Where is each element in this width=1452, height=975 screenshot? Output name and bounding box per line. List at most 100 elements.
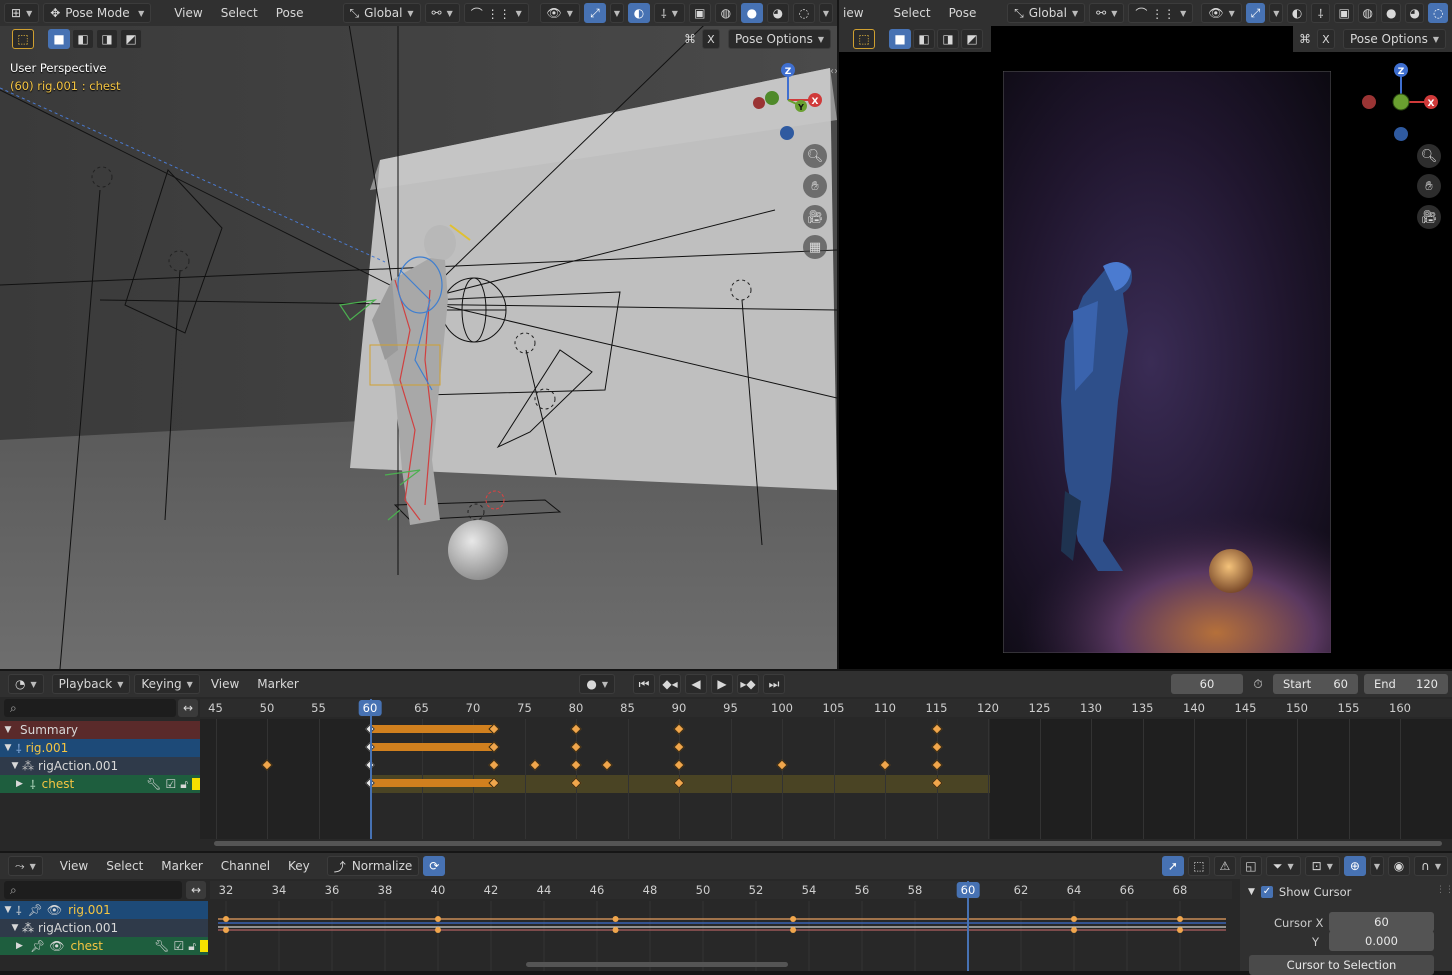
snap-toggle[interactable]: ⌒ ⋮⋮▼ [464, 3, 529, 23]
pin-icon[interactable]: 📌︎ [30, 939, 45, 953]
channel-action[interactable]: ▼⁂rigAction.001 [0, 757, 200, 775]
axis-gizmo-right[interactable]: Z X [1359, 60, 1439, 142]
mirror-icon-right[interactable]: ⌘ [1295, 29, 1315, 49]
channel-chest[interactable]: ▶⸸chest🔧︎☑🔓︎ [0, 775, 200, 793]
graph-menu-key[interactable]: Key [281, 859, 317, 873]
eye-icon[interactable]: 👁 [49, 939, 64, 953]
gizmo-toggle[interactable]: ⤢ [584, 3, 606, 23]
menu-view[interactable]: View [167, 6, 209, 20]
only-errors-icon[interactable]: ⚠ [1214, 856, 1236, 876]
keyframe[interactable] [570, 741, 581, 752]
snap-select[interactable]: ▼ [1370, 856, 1384, 876]
viewport-left[interactable]: ⊞▼ ✥Pose Mode▼ View Select Pose ⤡Global▼… [0, 0, 837, 669]
pivot-select[interactable]: ⚯▼ [425, 3, 460, 23]
stopwatch-icon[interactable]: ⏱ [1247, 674, 1269, 694]
keyframe[interactable] [488, 759, 499, 770]
xray-toggle-right[interactable]: ▣ [1334, 3, 1354, 23]
filter-icon[interactable]: ⏷▼ [1266, 856, 1301, 876]
tool-select-icon[interactable]: ⬚ [12, 29, 34, 49]
snap-icon[interactable]: ⊕ [1344, 856, 1366, 876]
tool-select-icon-right[interactable]: ⬚ [853, 29, 875, 49]
select-mode-extend-icon-right[interactable]: ◧ [913, 29, 935, 49]
graph-keyframe[interactable] [1177, 927, 1183, 933]
play-reverse-icon[interactable]: ◀ [685, 674, 707, 694]
keyframe[interactable] [673, 777, 684, 788]
keyframe[interactable] [673, 759, 684, 770]
graph-channel-rig[interactable]: ▼⸸📌︎👁rig.001 [0, 901, 208, 919]
bone-overlay-select[interactable]: ⸸▼ [654, 3, 685, 23]
keyframe[interactable] [931, 741, 942, 752]
lock-icon[interactable]: 🔓︎ [188, 939, 196, 954]
keyframe[interactable] [931, 723, 942, 734]
keyframe[interactable] [673, 741, 684, 752]
camera-view-icon-right[interactable]: 🎥︎ [1417, 205, 1441, 229]
x-mirror-button[interactable]: X [702, 29, 720, 49]
axis-gizmo[interactable]: Z X Y [748, 60, 828, 142]
graph-keyframe[interactable] [435, 927, 441, 933]
shading-material-right[interactable]: ◕ [1405, 3, 1425, 23]
channel-summary[interactable]: ▼Summary [0, 721, 200, 739]
graph-editor-type[interactable]: ⤳▼ [8, 856, 43, 876]
pose-options-button[interactable]: Pose Options▼ [728, 29, 831, 49]
graph-keyframe[interactable] [1071, 927, 1077, 933]
overlay-toggle[interactable]: ◐ [628, 3, 650, 23]
graph-menu-channel[interactable]: Channel [214, 859, 277, 873]
mode-select[interactable]: ✥Pose Mode▼ [43, 3, 151, 23]
keying-menu[interactable]: Keying▼ [134, 674, 199, 694]
expand-arrow-icon[interactable]: ▼ [0, 905, 16, 915]
shading-wireframe[interactable]: ◍ [715, 3, 737, 23]
jump-start-icon[interactable]: ⏮ [633, 674, 655, 694]
select-mode-subtract-icon-right[interactable]: ◨ [937, 29, 959, 49]
shading-wireframe-right[interactable]: ◍ [1358, 3, 1378, 23]
select-mode-new-icon-right[interactable]: ■ [889, 29, 911, 49]
show-hidden-icon[interactable]: ⬚ [1188, 856, 1210, 876]
gizmo-select[interactable]: ▼ [610, 3, 624, 23]
overlay-toggle-right[interactable]: ◐ [1287, 3, 1307, 23]
graph-keyframe[interactable] [613, 927, 619, 933]
orientation-select-right[interactable]: ⤡Global▼ [1007, 3, 1085, 23]
zoom-icon-right[interactable]: 🔍︎ [1417, 144, 1441, 168]
cursor-x-field[interactable]: 60 [1329, 912, 1434, 932]
pan-hand-icon[interactable]: ✋︎ [803, 174, 827, 198]
keyframe[interactable] [570, 759, 581, 770]
keyframe[interactable] [931, 777, 942, 788]
graph-keyframe[interactable] [613, 916, 619, 922]
expand-arrow-icon[interactable]: ▼ [0, 743, 16, 753]
select-mode-subtract-icon[interactable]: ◨ [96, 29, 118, 49]
keyframe[interactable] [601, 759, 612, 770]
x-mirror-button-right[interactable]: X [1317, 29, 1335, 49]
menu-pose-right[interactable]: Pose [942, 6, 984, 20]
falloff-icon[interactable]: ∩▼ [1414, 856, 1448, 876]
snap-toggle-right[interactable]: ⌒ ⋮⋮▼ [1128, 3, 1193, 23]
pose-options-button-right[interactable]: Pose Options▼ [1343, 29, 1446, 49]
shading-rendered[interactable]: ◌ [793, 3, 815, 23]
shading-rendered-right[interactable]: ◌ [1428, 3, 1448, 23]
collapse-arrow-icon[interactable]: ▶ [16, 779, 26, 789]
visibility-select-right[interactable]: 👁▼ [1201, 3, 1241, 23]
menu-view-right[interactable]: iew [843, 6, 871, 20]
graph-menu-select[interactable]: Select [99, 859, 150, 873]
expand-arrow-icon[interactable]: ▼ [8, 761, 22, 771]
eye-icon[interactable]: 👁 [47, 903, 62, 917]
auto-key-record-button[interactable]: ●▼ [579, 674, 615, 694]
graph-keyframe[interactable] [1177, 916, 1183, 922]
expand-arrow-icon[interactable]: ▼ [8, 923, 22, 933]
menu-select[interactable]: Select [214, 6, 265, 20]
playback-menu[interactable]: Playback▼ [52, 674, 131, 694]
keyframe[interactable] [529, 759, 540, 770]
panel-collapse-icon[interactable]: ▼ [1248, 887, 1255, 897]
graph-keyframe[interactable] [790, 927, 796, 933]
shading-solid-right[interactable]: ● [1381, 3, 1401, 23]
checkbox-icon[interactable]: ☑ [165, 777, 176, 791]
pivot-select-right[interactable]: ⚯▼ [1089, 3, 1124, 23]
timeline-current-frame-tag[interactable]: 60 [359, 700, 382, 716]
keyframe[interactable] [673, 723, 684, 734]
dopesheet-keys-area[interactable] [200, 719, 1452, 839]
graph-keyframe[interactable] [223, 927, 229, 933]
keyframe[interactable] [261, 759, 272, 770]
pan-hand-icon-right[interactable]: ✋︎ [1417, 174, 1441, 198]
shading-solid[interactable]: ● [741, 3, 763, 23]
menu-select-right[interactable]: Select [887, 6, 938, 20]
shading-material[interactable]: ◕ [767, 3, 789, 23]
collapse-arrow-icon[interactable]: ▶ [16, 941, 26, 951]
